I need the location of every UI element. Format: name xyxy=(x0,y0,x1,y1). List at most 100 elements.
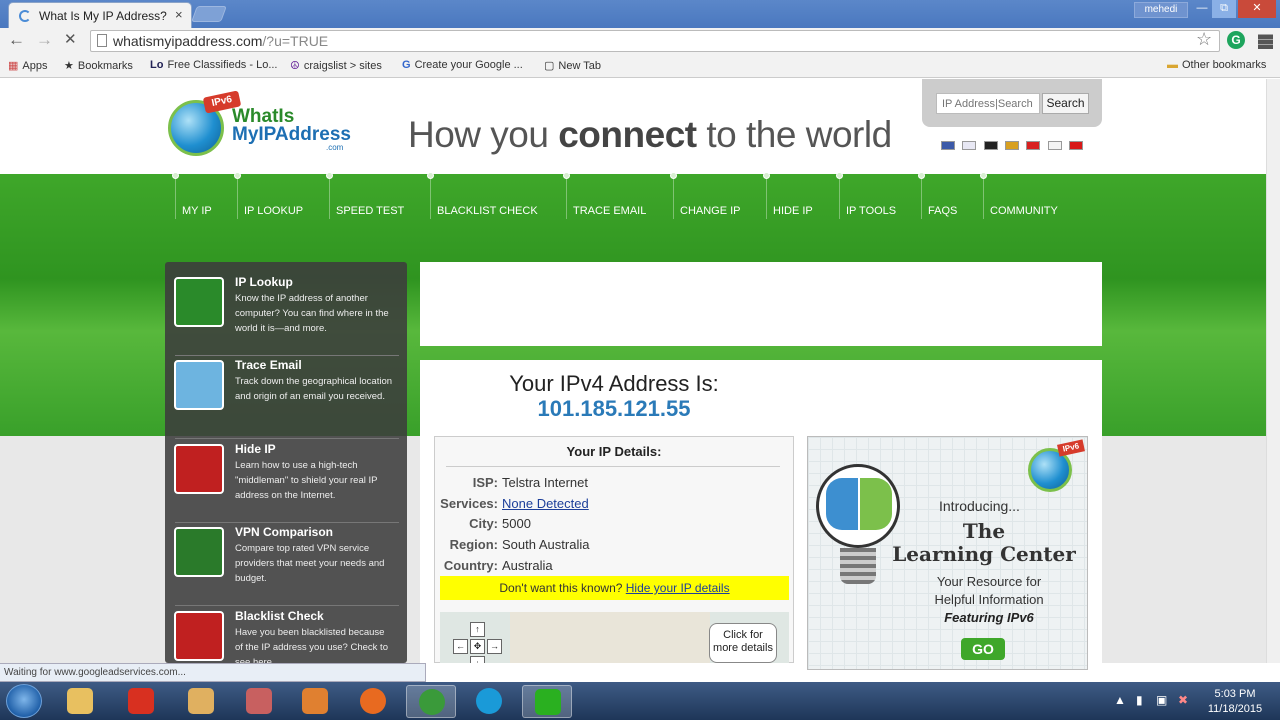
nav-item-my-ip[interactable]: MY IP xyxy=(182,205,212,217)
apps-icon: ▦ xyxy=(8,60,19,72)
detail-value: 5000 xyxy=(502,516,531,532)
flag-cn-icon[interactable] xyxy=(1069,141,1083,150)
map-center-icon[interactable]: ✥ xyxy=(470,639,485,654)
address-bar[interactable]: whatismyipaddress.com/?u=TRUE xyxy=(90,30,1220,52)
nav-divider xyxy=(329,179,330,219)
bookmark-newtab[interactable]: ▢ New Tab xyxy=(544,59,601,72)
other-bookmarks[interactable]: ▬ Other bookmarks xyxy=(1167,59,1266,71)
tray-network-icon[interactable]: ▣ xyxy=(1156,693,1167,707)
forward-button[interactable]: → xyxy=(36,31,53,48)
nav-item-speed-test[interactable]: SPEED TEST xyxy=(336,205,404,217)
restore-button[interactable]: ⧉ xyxy=(1212,0,1236,18)
flag-de-icon[interactable] xyxy=(984,141,998,150)
bookmark-star-icon[interactable]: ☆ xyxy=(1196,29,1212,50)
sidebar-divider xyxy=(175,438,399,439)
taskbar-explorer-button[interactable] xyxy=(55,685,105,718)
tray-volume-icon[interactable]: ✖ xyxy=(1178,693,1188,707)
ad-go-button[interactable]: GO xyxy=(961,638,1005,660)
map-pin-icon[interactable] xyxy=(174,360,224,410)
taskbar-snipping-button[interactable] xyxy=(234,685,284,718)
sidebar-item-desc: Compare top rated VPN service providers … xyxy=(235,543,385,584)
tagline-pre: How you xyxy=(408,114,559,155)
nav-item-hide-ip[interactable]: HIDE IP xyxy=(773,205,813,217)
nav-item-blacklist-check[interactable]: BLACKLIST CHECK xyxy=(437,205,538,217)
nav-item-community[interactable]: COMMUNITY xyxy=(990,205,1058,217)
media-icon xyxy=(302,688,328,714)
bookmark-classifieds[interactable]: Lo Free Classifieds - Lo... xyxy=(150,59,278,71)
logo-text-com: .com xyxy=(326,143,344,152)
profile-button[interactable]: mehedi xyxy=(1134,2,1188,18)
nav-item-ip-tools[interactable]: IP TOOLS xyxy=(846,205,896,217)
sidebar-item-title[interactable]: Hide IP xyxy=(235,442,276,456)
flag-es-icon[interactable] xyxy=(1005,141,1019,150)
browser-tab[interactable]: What Is My IP Address? IP × xyxy=(8,2,192,28)
flag-us-icon[interactable] xyxy=(941,141,955,150)
nav-item-trace-email[interactable]: TRACE EMAIL xyxy=(573,205,646,217)
sidebar-item-title[interactable]: Blacklist Check xyxy=(235,609,324,623)
taskbar-firefox-button[interactable] xyxy=(348,685,398,718)
map-pan-right-icon[interactable]: → xyxy=(487,639,502,654)
nav-dot xyxy=(670,172,677,179)
page-scrollbar[interactable] xyxy=(1266,79,1280,663)
hide-ip-details-link[interactable]: Hide your IP details xyxy=(626,581,730,595)
ip-search-input[interactable] xyxy=(936,93,1040,114)
sidebar-item-desc: Track down the geographical location and… xyxy=(235,376,393,402)
minimize-button[interactable]: — xyxy=(1192,0,1212,18)
bookmark-apps[interactable]: ▦ Apps xyxy=(8,59,47,72)
nav-dot xyxy=(563,172,570,179)
sidebar-item-title[interactable]: Trace Email xyxy=(235,358,302,372)
tagline-bold: connect xyxy=(558,114,697,155)
sidebar-item-title[interactable]: VPN Comparison xyxy=(235,525,333,539)
tray-expand-icon[interactable]: ▲ xyxy=(1114,693,1126,707)
nav-item-ip-lookup[interactable]: IP LOOKUP xyxy=(244,205,303,217)
bookmark-craigslist[interactable]: ☮ craigslist > sites xyxy=(290,59,382,72)
bookmark-google[interactable]: G Create your Google ... xyxy=(402,59,523,71)
close-window-button[interactable]: ✕ xyxy=(1238,0,1276,18)
nav-item-faqs[interactable]: FAQS xyxy=(928,205,957,217)
ccleaner-icon xyxy=(128,688,154,714)
map-bubble[interactable]: Click for more details xyxy=(709,623,777,663)
taskbar-media-button[interactable] xyxy=(290,685,340,718)
ad-text-line1: Your Resource for xyxy=(936,574,1042,589)
tab-close-icon[interactable]: × xyxy=(175,7,183,22)
detail-value-link[interactable]: None Detected xyxy=(502,496,589,511)
map-land xyxy=(510,612,710,663)
start-button[interactable] xyxy=(6,684,42,718)
url-text[interactable]: whatismyipaddress.com/?u=TRUE xyxy=(113,33,328,49)
flag-tr-icon[interactable] xyxy=(1026,141,1040,150)
taskbar-chrome-button[interactable] xyxy=(406,685,456,718)
map-pan-up-icon[interactable]: ↑ xyxy=(470,622,485,637)
tagline: How you connect to the world xyxy=(408,114,892,156)
taskbar-paint-button[interactable] xyxy=(176,685,226,718)
taskbar-skype-button[interactable] xyxy=(464,685,514,718)
disguise-icon[interactable] xyxy=(174,444,224,494)
back-button[interactable]: ← xyxy=(8,31,25,48)
ad-title-line2: Learning Center xyxy=(892,542,1076,566)
grammarly-extension-icon[interactable]: G xyxy=(1227,31,1245,49)
stop-button[interactable]: ✕ xyxy=(64,32,77,48)
nav-dot xyxy=(980,172,987,179)
taskbar-ccleaner-button[interactable] xyxy=(116,685,166,718)
map-pan-down-icon[interactable]: ↓ xyxy=(470,656,485,663)
peace-icon: ☮ xyxy=(290,60,300,72)
nav-divider xyxy=(839,179,840,219)
ad-intro: Introducing... xyxy=(939,498,1020,514)
taskbar-clock[interactable]: 5:03 PM 11/18/2015 xyxy=(1200,687,1270,717)
magnifier-icon[interactable] xyxy=(174,277,224,327)
taskbar-checkmark-button[interactable] xyxy=(522,685,572,718)
map-bubble-line1: Click for xyxy=(723,629,763,641)
flag-fr-icon[interactable] xyxy=(962,141,976,150)
map-pan-left-icon[interactable]: ← xyxy=(453,639,468,654)
ad-text-line2: Helpful Information xyxy=(934,592,1044,607)
bookmark-bookmarks[interactable]: ★ Bookmarks xyxy=(64,59,133,72)
block-icon[interactable] xyxy=(174,611,224,661)
logo-text-myipaddress[interactable]: MyIPAddress xyxy=(232,125,351,144)
new-tab-button[interactable] xyxy=(191,6,227,22)
menu-icon[interactable]: ▬ ▬ ▬ xyxy=(1258,27,1274,52)
tray-battery-icon[interactable]: ▮ xyxy=(1136,693,1143,707)
lock-icon[interactable] xyxy=(174,527,224,577)
search-button[interactable]: Search xyxy=(1042,93,1089,114)
nav-item-change-ip[interactable]: CHANGE IP xyxy=(680,205,741,217)
flag-pl-icon[interactable] xyxy=(1048,141,1062,150)
sidebar-item-title[interactable]: IP Lookup xyxy=(235,275,293,289)
